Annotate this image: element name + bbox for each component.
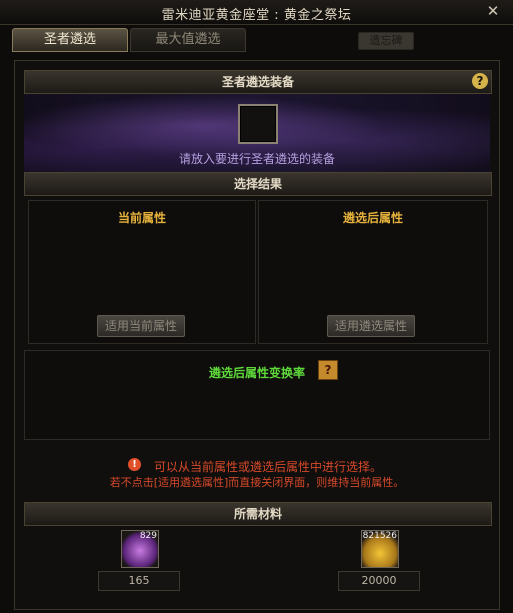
- material-gold-count-badge: 821526: [362, 531, 397, 541]
- materials-section-header: 所需材料: [24, 502, 492, 526]
- conversion-rate-title: 遴选后属性变换率: [208, 366, 305, 380]
- materials-section-title: 所需材料: [233, 507, 282, 521]
- apply-selection-button[interactable]: 适用遴选属性: [327, 315, 415, 337]
- material-item-gold[interactable]: 821526: [361, 530, 399, 568]
- tab-oblivion-stone[interactable]: 遗忘碑: [358, 32, 414, 50]
- material-gold-required: 20000: [338, 571, 420, 591]
- tab-bar: 圣者遴选 最大值遴选 遗忘碑: [0, 28, 513, 54]
- equipment-slot[interactable]: [238, 104, 278, 144]
- after-attributes-box: 遴选后属性 适用遴选属性: [258, 200, 488, 344]
- close-button[interactable]: ✕: [485, 3, 501, 19]
- results-section-title: 选择结果: [233, 177, 282, 191]
- current-attributes-box: 当前属性 适用当前属性: [28, 200, 256, 344]
- window-title: 雷米迪亚黄金座堂 : 黄金之祭坛: [161, 8, 352, 23]
- book-icon[interactable]: [318, 360, 338, 380]
- material-gem-count-badge: 829: [139, 531, 157, 541]
- equip-hint: 请放入要进行圣者遴选的装备: [178, 152, 335, 166]
- current-attributes-title: 当前属性: [117, 211, 166, 225]
- equip-section-title: 圣者遴选装备: [221, 75, 294, 89]
- tab-saint-selection[interactable]: 圣者遴选: [12, 28, 128, 52]
- tab-max-selection[interactable]: 最大值遴选: [130, 28, 246, 52]
- results-section-header: 选择结果: [24, 172, 492, 196]
- equip-section-header: 圣者遴选装备: [24, 70, 492, 94]
- material-gem-required: 165: [98, 571, 180, 591]
- close-icon: ✕: [486, 2, 500, 20]
- help-icon[interactable]: ?: [472, 73, 488, 89]
- apply-current-button[interactable]: 适用当前属性: [97, 315, 185, 337]
- warning-line-2: 若不点击[适用遴选属性]而直接关闭界面，则维持当前属性。: [109, 476, 405, 489]
- title-bar: 雷米迪亚黄金座堂 : 黄金之祭坛 ✕: [0, 0, 513, 25]
- material-item-gem[interactable]: 829: [121, 530, 159, 568]
- warning-line-1: 可以从当前属性或遴选后属性中进行选择。: [153, 460, 382, 474]
- after-attributes-title: 遴选后属性: [342, 211, 403, 225]
